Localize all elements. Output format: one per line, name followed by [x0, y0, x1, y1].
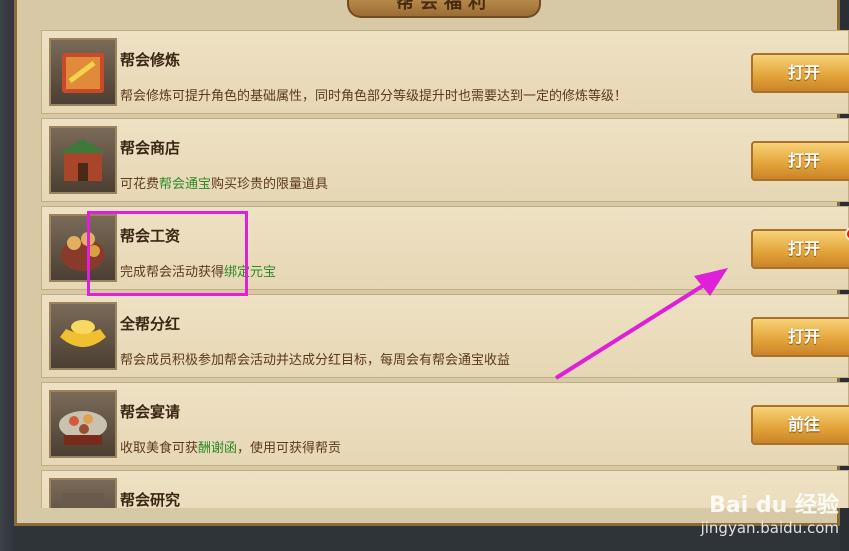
gold-ingot-icon: [49, 302, 117, 370]
shop-building-icon: [49, 126, 117, 194]
item-description: 收取美食可获酬谢函，使用可获得帮贡: [120, 441, 342, 456]
item-description: 可花费帮会通宝购买珍贵的限量道具: [120, 177, 329, 192]
item-action-button[interactable]: 打开: [751, 53, 849, 93]
item-title: 帮会宴请: [120, 403, 181, 421]
item-description: 帮会成员积极参加帮会活动并达成分红目标，每周会有帮会通宝收益: [120, 353, 511, 368]
list-item: 帮会宴请收取美食可获酬谢函，使用可获得帮贡 前往: [41, 382, 849, 466]
item-action-button[interactable]: 打开: [751, 317, 849, 357]
research-icon: [49, 478, 117, 508]
list-item: 帮会修炼帮会修炼可提升角色的基础属性，同时角色部分等级提升时也需要达到一定的修炼…: [41, 30, 849, 114]
item-title: 帮会研究: [120, 491, 181, 508]
feast-table-icon: [49, 390, 117, 458]
item-action-button[interactable]: 打开: [751, 227, 849, 269]
item-action-button[interactable]: 前往: [751, 405, 849, 445]
annotation-highlight-box: [87, 211, 248, 296]
watermark: Bai du 经验 jingyan.baidu.com: [701, 487, 839, 537]
item-action-button[interactable]: 打开: [751, 141, 849, 181]
item-description: 帮会修炼可提升角色的基础属性，同时角色部分等级提升时也需要达到一定的修炼等级！: [120, 89, 628, 104]
panel-title: 帮会福利: [347, 0, 541, 18]
list-item: 全帮分红帮会成员积极参加帮会活动并达成分红目标，每周会有帮会通宝收益 打开: [41, 294, 849, 378]
item-title: 全帮分红: [120, 315, 181, 333]
item-title: 帮会修炼: [120, 51, 181, 69]
notification-dot-icon: [845, 227, 849, 241]
scroll-book-icon: [49, 38, 117, 106]
item-title: 帮会商店: [120, 139, 181, 157]
list-item: 帮会商店可花费帮会通宝购买珍贵的限量道具 打开: [41, 118, 849, 202]
watermark-url: jingyan.baidu.com: [700, 519, 839, 537]
watermark-brand: Bai du 经验: [709, 493, 839, 518]
